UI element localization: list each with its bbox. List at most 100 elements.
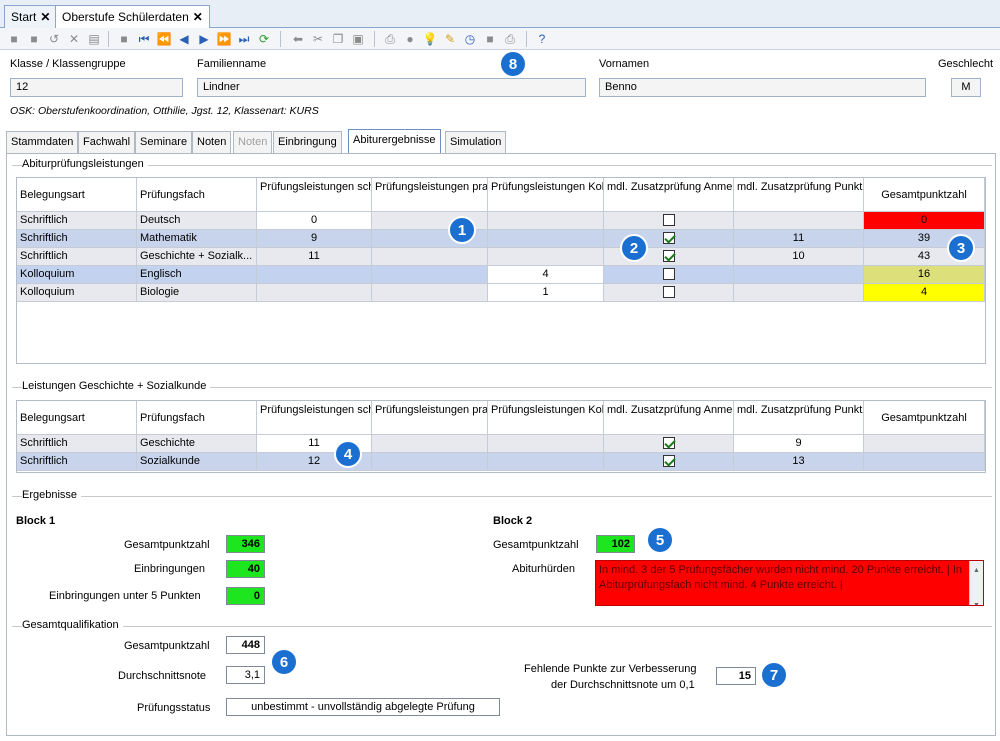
lightbulb-icon[interactable]: 💡 bbox=[422, 31, 438, 47]
zusatzpruefung-checkbox[interactable] bbox=[662, 214, 675, 227]
block1-unter5-value: 0 bbox=[226, 587, 265, 605]
block2-gesamt-label: Gesamtpunktzahl bbox=[493, 539, 579, 551]
cell-anmeldung[interactable] bbox=[604, 212, 734, 230]
previous-icon[interactable]: ◀ bbox=[176, 31, 192, 47]
table-row[interactable]: Schriftlich Geschichte 11 9 bbox=[17, 435, 985, 453]
zusatzpruefung-checkbox[interactable] bbox=[662, 455, 675, 468]
cell-kolloquium bbox=[488, 248, 604, 266]
tab-noten[interactable]: Noten bbox=[192, 131, 232, 153]
cell-anmeldung[interactable] bbox=[604, 435, 734, 453]
zusatzpruefung-checkbox[interactable] bbox=[662, 232, 675, 245]
copy-record-icon[interactable]: ■ bbox=[116, 31, 132, 47]
help-icon[interactable]: ? bbox=[534, 31, 550, 47]
cell-belegung: Schriftlich bbox=[17, 435, 137, 453]
klasse-field[interactable]: 12 bbox=[10, 78, 183, 97]
block1-gesamt-label: Gesamtpunktzahl bbox=[124, 539, 210, 551]
col-schriftlich[interactable]: Prüfungsleistungen schriftlich bbox=[257, 178, 372, 212]
table-row[interactable]: Schriftlich Geschichte + Sozialk... 11 10 43 bbox=[17, 248, 985, 266]
tab-oberstufe-schuelerdaten[interactable]: Oberstufe Schülerdaten ✕ bbox=[55, 5, 210, 29]
col-anmeldung[interactable]: mdl. Zusatzprüfung Anmeldung bbox=[604, 178, 734, 212]
cell-kolloquium[interactable]: 1 bbox=[488, 284, 604, 302]
cell-punktzahl: 13 bbox=[734, 453, 864, 471]
next-icon[interactable]: ▶ bbox=[196, 31, 212, 47]
col-praktisch[interactable]: Prüfungsleistungen praktisch bbox=[372, 178, 488, 212]
col-schriftlich[interactable]: Prüfungsleistungen schriftlich bbox=[257, 401, 372, 435]
undo-icon[interactable]: ↺ bbox=[46, 31, 62, 47]
print-icon[interactable]: ⎙ bbox=[382, 31, 398, 47]
grid-header-row: Belegungsart Prüfungsfach Prüfungsleistu… bbox=[17, 401, 985, 435]
paste-icon[interactable]: ▣ bbox=[350, 31, 366, 47]
refresh-icon[interactable]: ⟳ bbox=[256, 31, 272, 47]
col-punktzahl[interactable]: mdl. Zusatzprüfung Punktzahl bbox=[734, 401, 864, 435]
col-gesamtpunktzahl[interactable]: Gesamtpunktzahl bbox=[864, 178, 985, 212]
callout-badge-4: 4 bbox=[334, 440, 362, 468]
block1-gesamt-value: 346 bbox=[226, 535, 265, 553]
col-pruefungsfach[interactable]: Prüfungsfach bbox=[137, 178, 257, 212]
abiturhuerden-textarea[interactable]: In mind. 3 der 5 Prüfungsfächer wurden n… bbox=[595, 560, 984, 606]
col-punktzahl[interactable]: mdl. Zusatzprüfung Punktzahl bbox=[734, 178, 864, 212]
table-row[interactable]: Schriftlich Deutsch 0 0 bbox=[17, 212, 985, 230]
cell-kolloquium[interactable]: 4 bbox=[488, 266, 604, 284]
tab-einbringung[interactable]: Einbringung bbox=[273, 131, 342, 153]
cell-schriftlich[interactable]: 0 bbox=[257, 212, 372, 230]
form-icon[interactable]: ▤ bbox=[86, 31, 102, 47]
table-row[interactable]: Schriftlich Mathematik 9 11 39 bbox=[17, 230, 985, 248]
info-line: OSK: Oberstufenkoordination, Otthilie, J… bbox=[10, 105, 319, 117]
section-ergebnisse-title: Ergebnisse bbox=[22, 489, 82, 501]
new-icon[interactable]: ■ bbox=[6, 31, 22, 47]
fast-forward-icon[interactable]: ⏩ bbox=[216, 31, 232, 47]
section-gesamtqualifikation-title: Gesamtqualifikation bbox=[22, 619, 123, 631]
col-anmeldung[interactable]: mdl. Zusatzprüfung Anmeldung bbox=[604, 401, 734, 435]
close-icon[interactable]: ✕ bbox=[40, 10, 50, 24]
zusatzpruefung-checkbox[interactable] bbox=[662, 250, 675, 263]
geschlecht-field[interactable]: M bbox=[951, 78, 981, 97]
tab-start[interactable]: Start ✕ bbox=[4, 5, 58, 28]
save-icon[interactable]: ■ bbox=[26, 31, 42, 47]
block2-gesamt-value: 102 bbox=[596, 535, 635, 553]
close-icon[interactable]: ✕ bbox=[193, 10, 203, 24]
cell-anmeldung[interactable] bbox=[604, 266, 734, 284]
col-belegungsart[interactable]: Belegungsart bbox=[17, 401, 137, 435]
cell-belegung: Kolloquium bbox=[17, 284, 137, 302]
col-belegungsart[interactable]: Belegungsart bbox=[17, 178, 137, 212]
disk-icon[interactable]: ● bbox=[402, 31, 418, 47]
col-kolloquium[interactable]: Prüfungsleistungen Kolloquium bbox=[488, 178, 604, 212]
tab-stammdaten[interactable]: Stammdaten bbox=[6, 131, 79, 153]
first-record-icon[interactable]: ⏮ bbox=[136, 31, 152, 47]
table-row[interactable]: Kolloquium Englisch 4 16 bbox=[17, 266, 985, 284]
tab-start-label: Start bbox=[11, 10, 37, 24]
col-pruefungsfach[interactable]: Prüfungsfach bbox=[137, 401, 257, 435]
familienname-field[interactable]: Lindner bbox=[197, 78, 586, 97]
table-row[interactable]: Kolloquium Biologie 1 4 bbox=[17, 284, 985, 302]
col-gesamtpunktzahl[interactable]: Gesamtpunktzahl bbox=[864, 401, 985, 435]
broom-icon[interactable]: ✎ bbox=[442, 31, 458, 47]
col-kolloquium[interactable]: Prüfungsleistungen Kolloquium bbox=[488, 401, 604, 435]
tab-fachwahl[interactable]: Fachwahl bbox=[78, 131, 136, 153]
zusatzpruefung-checkbox[interactable] bbox=[662, 286, 675, 299]
vornamen-field[interactable]: Benno bbox=[599, 78, 926, 97]
export-icon[interactable]: ■ bbox=[482, 31, 498, 47]
clock-icon[interactable]: ◷ bbox=[462, 31, 478, 47]
print-preview-icon[interactable]: ⎙ bbox=[502, 31, 518, 47]
tab-simulation[interactable]: Simulation bbox=[445, 131, 507, 153]
cell-punktzahl bbox=[734, 266, 864, 284]
rewind-icon[interactable]: ⏪ bbox=[156, 31, 172, 47]
zusatzpruefung-checkbox[interactable] bbox=[662, 268, 675, 281]
tab-abiturergebnisse[interactable]: Abiturergebnisse bbox=[348, 129, 441, 154]
col-praktisch[interactable]: Prüfungsleistungen praktisch bbox=[372, 401, 488, 435]
zusatzpruefung-checkbox[interactable] bbox=[662, 437, 675, 450]
durchschnittsnote-value: 3,1 bbox=[226, 666, 265, 684]
last-record-icon[interactable]: ⏭ bbox=[236, 31, 252, 47]
table-row[interactable]: Schriftlich Sozialkunde 12 13 bbox=[17, 453, 985, 471]
delete-icon[interactable]: ✕ bbox=[66, 31, 82, 47]
copy-icon[interactable]: ❐ bbox=[330, 31, 346, 47]
textarea-scrollbar[interactable]: ▲ ▼ bbox=[969, 561, 983, 605]
cell-kolloquium bbox=[488, 453, 604, 471]
tab-seminare[interactable]: Seminare bbox=[135, 131, 193, 153]
cell-anmeldung[interactable] bbox=[604, 453, 734, 471]
cell-anmeldung[interactable] bbox=[604, 284, 734, 302]
cell-punktzahl[interactable]: 9 bbox=[734, 435, 864, 453]
cell-schriftlich bbox=[257, 266, 372, 284]
cut-icon[interactable]: ✂ bbox=[310, 31, 326, 47]
back-arrow-icon[interactable]: ⬅ bbox=[290, 31, 306, 47]
